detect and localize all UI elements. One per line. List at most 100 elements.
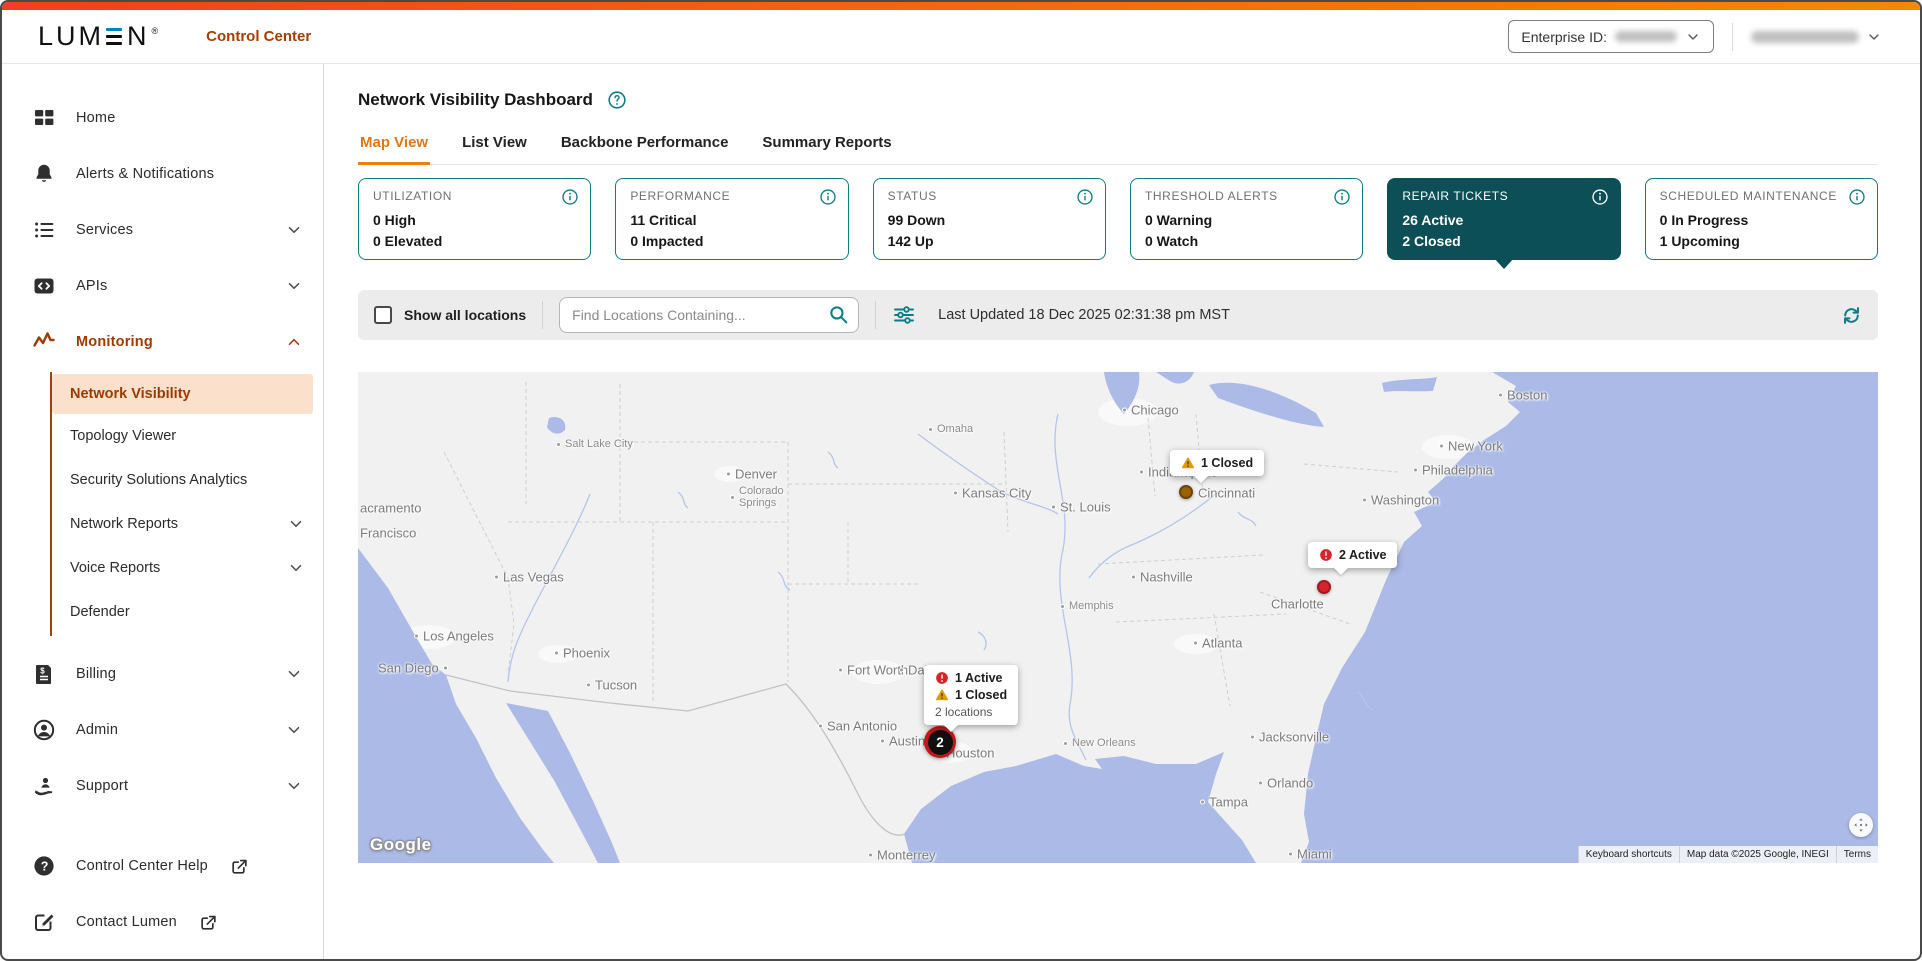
find-locations-input[interactable] <box>559 297 859 333</box>
info-icon[interactable] <box>561 188 579 206</box>
sidebar-item-monitoring[interactable]: Monitoring <box>2 314 323 370</box>
city-name: Nashville <box>1140 570 1193 585</box>
card-repair-tickets[interactable]: REPAIR TICKETS 26 Active2 Closed <box>1387 178 1620 260</box>
map-attribution: Keyboard shortcuts Map data ©2025 Google… <box>1578 846 1878 863</box>
card-value: 0 In Progress <box>1660 210 1863 231</box>
card-title: SCHEDULED MAINTENANCE <box>1660 189 1863 203</box>
user-menu[interactable] <box>1751 29 1882 45</box>
city-dot <box>726 472 731 477</box>
chevron-down-icon <box>285 665 303 683</box>
card-threshold-alerts[interactable]: THRESHOLD ALERTS0 Warning0 Watch <box>1130 178 1363 260</box>
map-marker-active[interactable] <box>1317 580 1331 594</box>
city-label-tampa: Tampa <box>1200 795 1248 810</box>
map[interactable]: BostonNew YorkPhiladelphiaWashingtonChic… <box>358 372 1878 863</box>
error-icon <box>935 671 949 685</box>
lumen-logo[interactable]: LUM N ® <box>38 21 158 52</box>
sidebar-item-topology-viewer[interactable]: Topology Viewer <box>52 414 323 458</box>
sidebar-item-control-center-help[interactable]: ?Control Center Help <box>2 838 323 894</box>
sidebar-nav: HomeAlerts & Notifications Services APIs Mo… <box>2 90 323 814</box>
info-icon[interactable] <box>1076 188 1094 206</box>
info-icon[interactable] <box>1591 188 1609 206</box>
sidebar-subitem-label: Network Reports <box>70 516 279 532</box>
city-label-chicago: Chicago <box>1122 403 1179 418</box>
card-scheduled-maintenance[interactable]: SCHEDULED MAINTENANCE0 In Progress1 Upco… <box>1645 178 1878 260</box>
keyboard-shortcuts-link[interactable]: Keyboard shortcuts <box>1578 846 1679 863</box>
city-dot <box>1193 641 1198 646</box>
header-divider <box>1732 23 1733 51</box>
city-label-san-diego: San Diego <box>378 661 448 676</box>
city-dot <box>880 739 885 744</box>
main-content: Network Visibility Dashboard Map ViewLis… <box>324 64 1920 961</box>
sidebar-item-home[interactable]: Home <box>2 90 323 146</box>
city-dot <box>1200 800 1205 805</box>
sidebar-item-billing[interactable]: $Billing <box>2 646 323 702</box>
sidebar-item-alerts-notifications[interactable]: Alerts & Notifications <box>2 146 323 202</box>
card-lines: 99 Down142 Up <box>888 210 1091 252</box>
sidebar-item-label: Monitoring <box>76 334 265 350</box>
refresh-icon[interactable] <box>1841 305 1862 326</box>
info-icon[interactable] <box>1848 188 1866 206</box>
svg-text:$: $ <box>40 667 45 676</box>
logo-letter-e <box>106 28 122 46</box>
logo-letter: U <box>56 21 79 52</box>
sidebar-item-security-solutions-analytics[interactable]: Security Solutions Analytics <box>52 458 323 502</box>
city-dot <box>554 651 559 656</box>
card-performance[interactable]: PERFORMANCE11 Critical0 Impacted <box>615 178 848 260</box>
sidebar-item-network-reports[interactable]: Network Reports <box>52 502 323 546</box>
sidebar-item-label: Services <box>76 222 265 238</box>
city-name: Monterrey <box>877 848 936 863</box>
help-circle-icon: ? <box>32 854 56 878</box>
sidebar-item-defender[interactable]: Defender <box>52 590 323 634</box>
sidebar-item-contact-lumen[interactable]: Contact Lumen <box>2 894 323 950</box>
tab-summary-reports[interactable]: Summary Reports <box>760 130 893 165</box>
sidebar-item-voice-reports[interactable]: Voice Reports <box>52 546 323 590</box>
card-title: REPAIR TICKETS <box>1402 189 1605 203</box>
tab-list-view[interactable]: List View <box>460 130 529 165</box>
tooltip-row: 1 Active <box>935 671 1007 685</box>
app-label[interactable]: Control Center <box>206 28 311 45</box>
help-icon[interactable] <box>607 90 627 110</box>
terms-link[interactable]: Terms <box>1836 846 1878 863</box>
city-name: acramento <box>360 501 421 516</box>
search-icon[interactable] <box>828 304 849 325</box>
city-name: Philadelphia <box>1422 463 1493 478</box>
info-icon[interactable] <box>1333 188 1351 206</box>
city-label-san-antonio: San Antonio <box>818 719 897 734</box>
map-marker-closed[interactable] <box>1179 485 1193 499</box>
card-lines: 11 Critical0 Impacted <box>630 210 833 252</box>
enterprise-id-dropdown[interactable]: Enterprise ID: <box>1508 20 1714 53</box>
card-status[interactable]: STATUS99 Down142 Up <box>873 178 1106 260</box>
city-dot <box>556 442 561 447</box>
info-icon[interactable] <box>819 188 837 206</box>
tab-map-view[interactable]: Map View <box>358 130 430 165</box>
pan-control-icon[interactable] <box>1849 813 1873 837</box>
city-label-philadelphia: Philadelphia <box>1413 463 1493 478</box>
tooltip-pointer <box>1193 475 1209 483</box>
chevron-down-icon <box>285 721 303 739</box>
map-tooltip[interactable]: 2 Active <box>1308 542 1397 568</box>
city-name: Austin <box>889 734 925 749</box>
google-logo[interactable]: Google <box>370 835 432 855</box>
card-utilization[interactable]: UTILIZATION0 High0 Elevated <box>358 178 591 260</box>
filter-sliders-icon[interactable] <box>892 303 916 327</box>
show-all-locations-checkbox[interactable] <box>374 306 392 324</box>
map-tooltip[interactable]: 1 Active1 Closed2 locations <box>924 665 1018 725</box>
sidebar-item-support[interactable]: Support <box>2 758 323 814</box>
sidebar-item-apis[interactable]: APIs <box>2 258 323 314</box>
city-dot <box>868 853 873 858</box>
card-lines: 26 Active2 Closed <box>1402 210 1605 252</box>
card-value: 99 Down <box>888 210 1091 231</box>
sidebar-submenu: Network VisibilityTopology ViewerSecurit… <box>50 372 323 636</box>
sidebar-item-network-visibility[interactable]: Network Visibility <box>52 374 313 414</box>
city-dot <box>1122 408 1127 413</box>
city-label-phoenix: Phoenix <box>554 646 610 661</box>
top-header: LUM N ® Control Center Enterprise ID: <box>2 10 1920 64</box>
city-label-colorado-springs: Colorado Springs <box>730 485 784 509</box>
city-dot <box>730 495 735 500</box>
sidebar-item-services[interactable]: Services <box>2 202 323 258</box>
city-label-fort-worth: Fort Worth <box>838 663 908 678</box>
tab-backbone-performance[interactable]: Backbone Performance <box>559 130 731 165</box>
tooltip-text: 1 Closed <box>1201 456 1253 470</box>
map-tooltip[interactable]: 1 Closed <box>1170 450 1264 476</box>
sidebar-item-admin[interactable]: Admin <box>2 702 323 758</box>
